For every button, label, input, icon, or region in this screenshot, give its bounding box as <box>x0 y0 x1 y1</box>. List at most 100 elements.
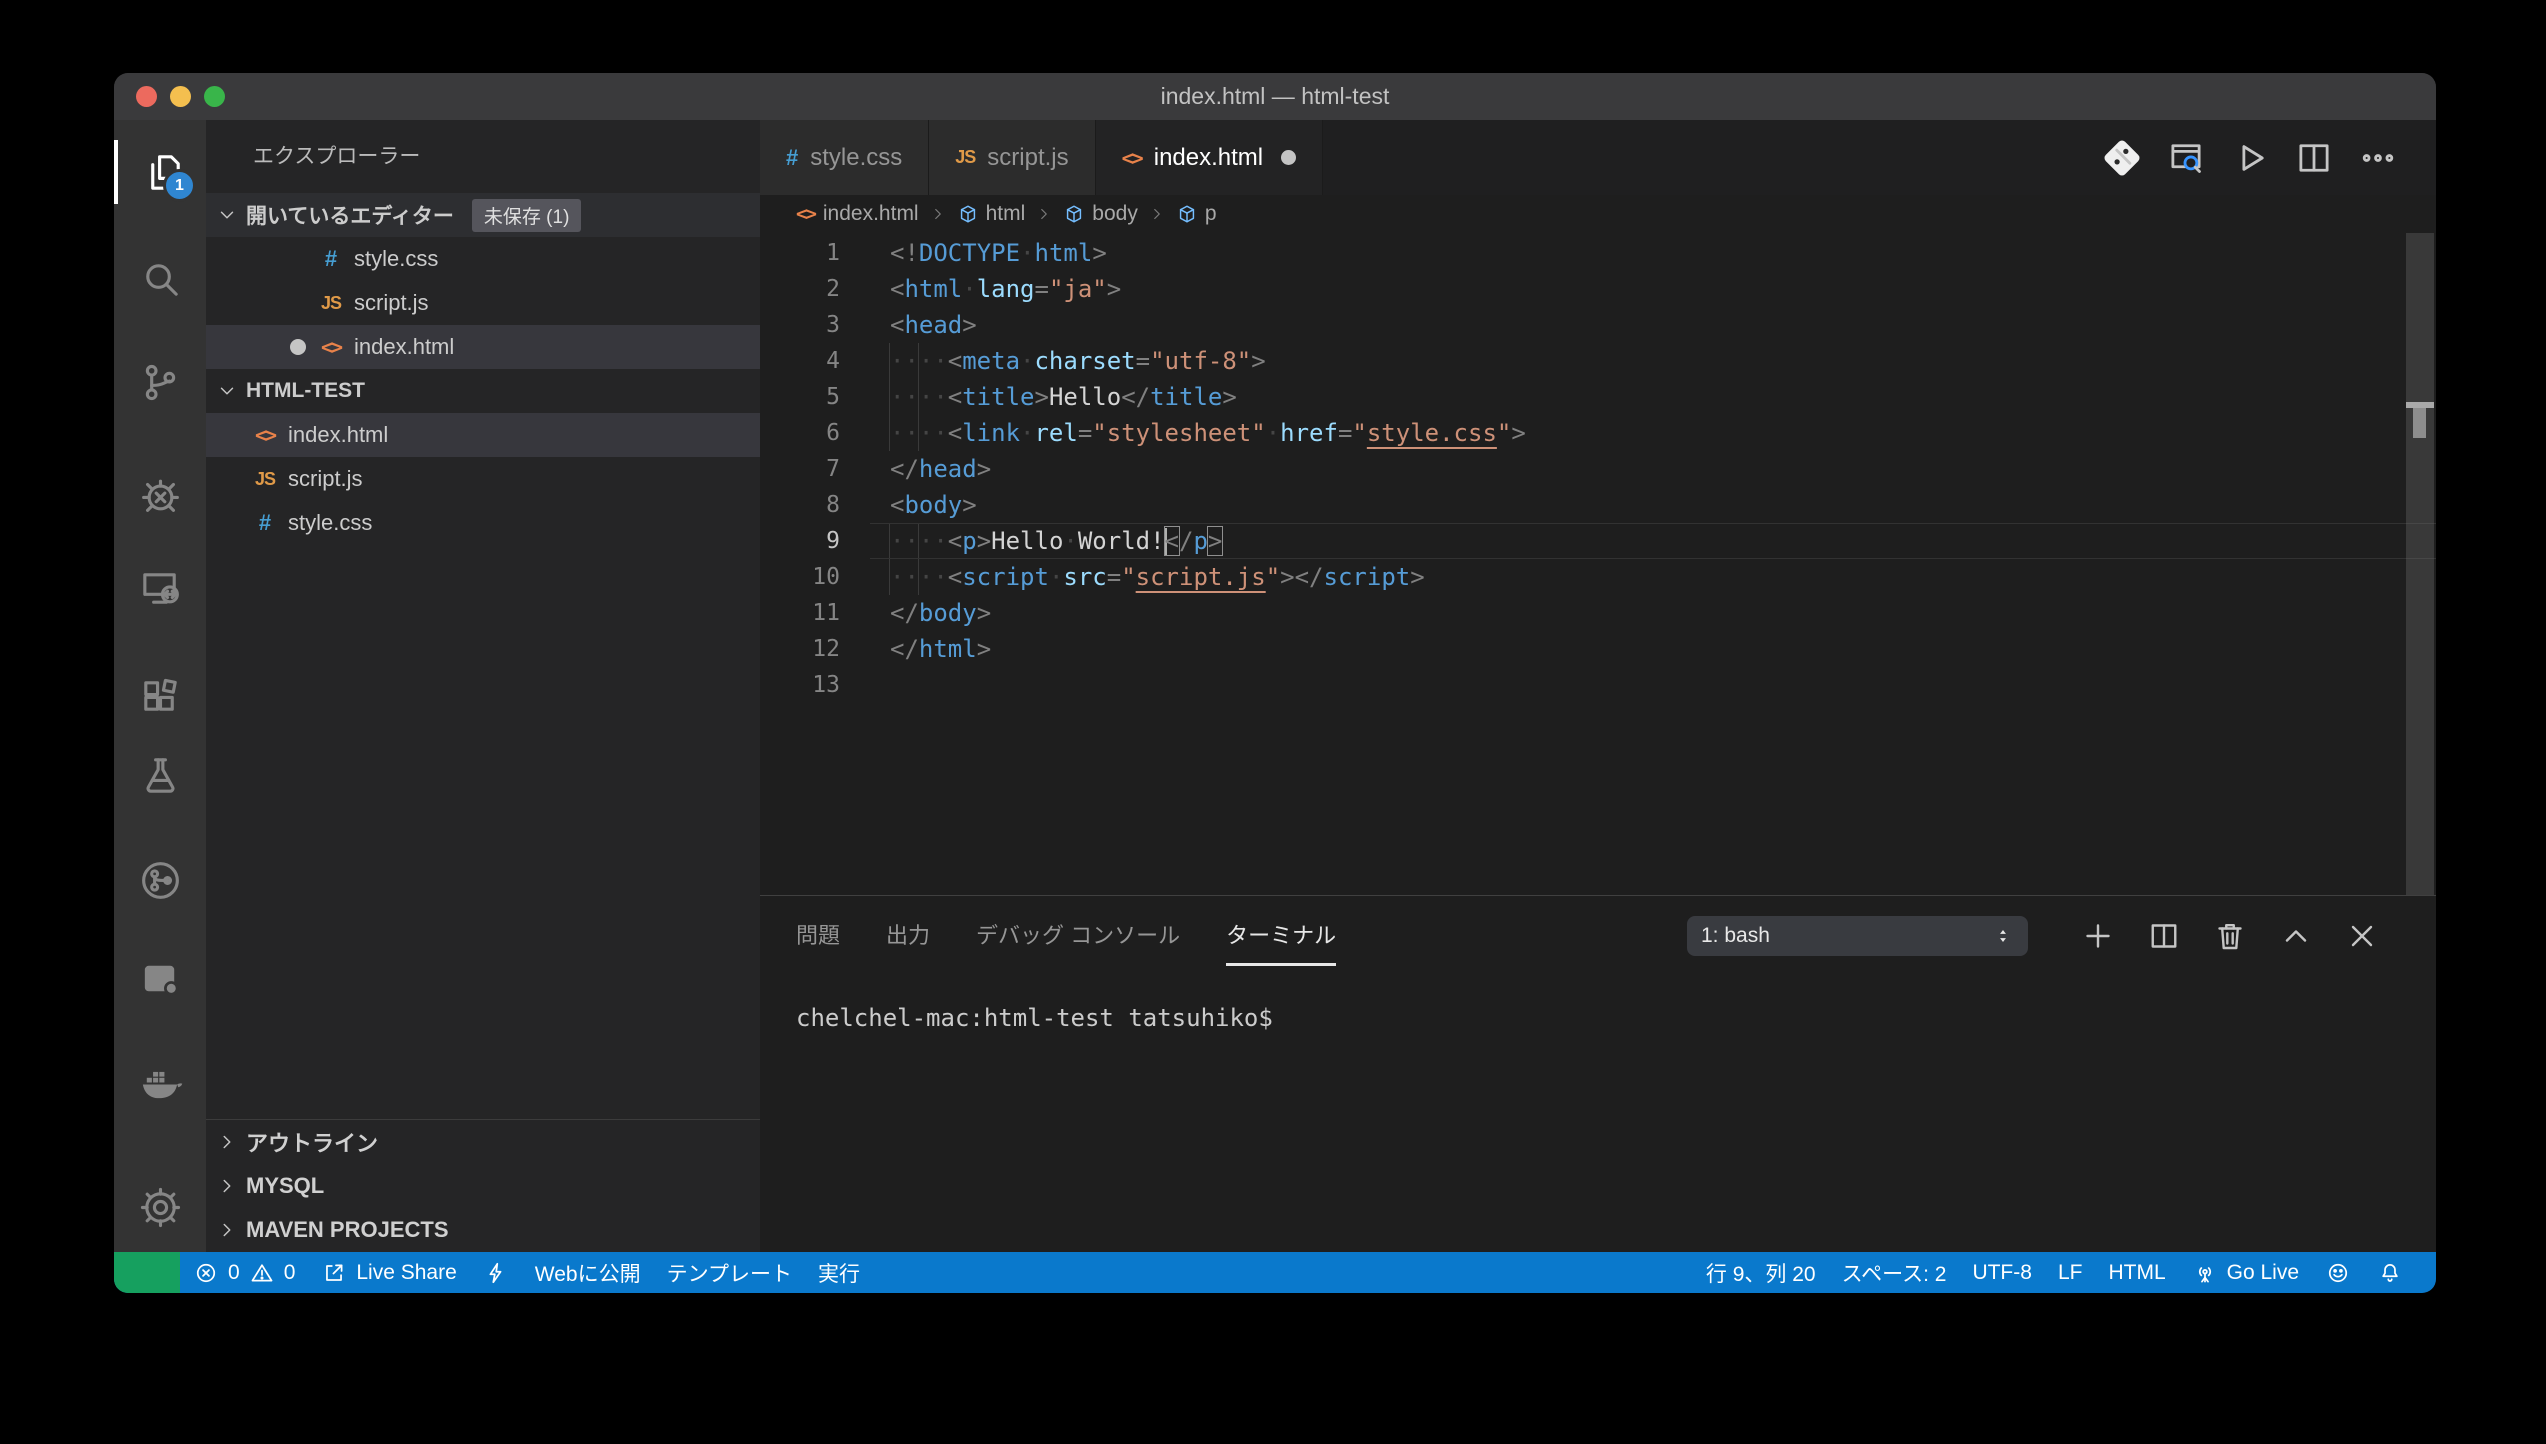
code-line-5: 5····<title>Hello</title> <box>760 379 2436 415</box>
status-Webに公開[interactable]: Webに公開 <box>522 1252 654 1293</box>
activity-item-search[interactable] <box>114 247 206 311</box>
code-line-12: 12</html> <box>760 631 2436 667</box>
split-editor-button[interactable] <box>2290 134 2338 182</box>
code-editor[interactable]: 1<!DOCTYPE·html>2<html·lang="ja">3<head>… <box>760 233 2436 897</box>
activity-item-docker[interactable] <box>114 1050 206 1114</box>
editor-scrollbar[interactable] <box>2406 233 2434 895</box>
activity-item-live-share-circle[interactable] <box>114 848 206 912</box>
warnings-icon <box>249 1260 275 1286</box>
sidebar-section-アウトライン[interactable]: アウトライン <box>206 1120 760 1164</box>
kill-terminal-button[interactable] <box>2208 914 2252 958</box>
panel-tab-デバッグ コンソール[interactable]: デバッグ コンソール <box>976 918 1180 954</box>
status-bell[interactable] <box>2364 1252 2416 1293</box>
activity-badge: 1 <box>163 169 196 202</box>
smiley-icon <box>2325 1260 2351 1286</box>
status-smiley[interactable] <box>2312 1252 2364 1293</box>
open-editor-style.css[interactable]: #style.css <box>206 237 760 281</box>
maximize-panel-button[interactable] <box>2274 914 2318 958</box>
tree-item-index.html[interactable]: <>index.html <box>206 413 760 457</box>
chevron-down-icon <box>216 380 246 402</box>
debug-icon <box>137 471 184 518</box>
unsaved-badge: 未保存 (1) <box>472 199 582 232</box>
live-share-circle-icon <box>137 857 184 904</box>
code-line-6: 6····<link·rel="stylesheet"·href="style.… <box>760 415 2436 451</box>
html-file-icon: <> <box>1122 146 1142 170</box>
folder-header[interactable]: HTML-TEST <box>206 369 760 413</box>
breadcrumb-item-index.html[interactable]: <>index.html <box>796 202 919 226</box>
docker-icon <box>137 1059 184 1106</box>
breadcrumb-item-body[interactable]: body <box>1063 202 1138 226</box>
status-スペース: 2[interactable]: スペース: 2 <box>1829 1252 1960 1293</box>
close-panel-button[interactable] <box>2340 914 2384 958</box>
open-preview-button[interactable] <box>2162 134 2210 182</box>
new-terminal-button[interactable] <box>2076 914 2120 958</box>
symbol-cube-icon <box>1176 203 1198 225</box>
panel-tab-出力[interactable]: 出力 <box>886 918 930 954</box>
activity-bar: 1 <box>114 120 206 1252</box>
test-beaker-icon <box>137 752 184 799</box>
chevron-down-icon <box>216 204 246 226</box>
open-editors-header[interactable]: 開いているエディター未保存 (1) <box>206 193 760 237</box>
status-HTML[interactable]: HTML <box>2095 1252 2178 1293</box>
terminal[interactable]: chelchel-mac:html-test tatsuhiko$ <box>796 1004 2416 1242</box>
tab-style.css[interactable]: #style.css <box>760 120 929 195</box>
chevron-right-icon <box>216 1219 246 1241</box>
activity-item-test-beaker[interactable] <box>114 743 206 807</box>
status-Live Share[interactable]: Live Share <box>308 1252 469 1293</box>
split-terminal-button[interactable] <box>2142 914 2186 958</box>
terminal-select[interactable]: 1: bash <box>1687 916 2028 956</box>
status-LF[interactable]: LF <box>2045 1252 2096 1293</box>
status-テンプレート[interactable]: テンプレート <box>654 1252 805 1293</box>
more-actions-button[interactable] <box>2354 134 2402 182</box>
code-line-7: 7</head> <box>760 451 2436 487</box>
breadcrumb: <>index.html html body p <box>760 195 2436 233</box>
code-line-10: 10····<script·src="script.js"></script> <box>760 559 2436 595</box>
code-line-9: 9····<p>Hello·World!</p> <box>760 523 2436 559</box>
activity-item-source-control[interactable] <box>114 350 206 414</box>
status-bolt[interactable] <box>470 1252 522 1293</box>
activity-item-explorer[interactable]: 1 <box>114 140 210 204</box>
css-file-icon: # <box>786 145 798 171</box>
status-実行[interactable]: 実行 <box>805 1252 873 1293</box>
vscode-window: index.html — html-test 1 エクスプローラー 開いているエ… <box>114 73 2436 1293</box>
more-actions-icon <box>2357 137 2399 179</box>
tab-script.js[interactable]: JSscript.js <box>929 120 1095 195</box>
code-line-3: 3<head> <box>760 307 2436 343</box>
sidebar-section-MAVEN PROJECTS[interactable]: MAVEN PROJECTS <box>206 1208 760 1252</box>
explorer-tree: 開いているエディター未保存 (1)#style.cssJSscript.js<>… <box>206 193 760 545</box>
bell-icon <box>2377 1260 2403 1286</box>
open-editor-index.html[interactable]: <>index.html <box>206 325 760 369</box>
open-editor-script.js[interactable]: JSscript.js <box>206 281 760 325</box>
remote-indicator[interactable] <box>114 1252 180 1293</box>
panel-header: 問題 出力 デバッグ コンソール ターミナル 1: bash <box>760 896 2436 976</box>
tab-index.html[interactable]: <>index.html <box>1096 120 1323 195</box>
chevron-right-icon <box>216 1131 246 1153</box>
html-file-icon: <> <box>316 335 346 359</box>
activity-item-remote-explorer[interactable] <box>114 555 206 619</box>
breadcrumb-item-p[interactable]: p <box>1176 202 1217 226</box>
html-file-icon: <> <box>796 203 815 225</box>
problems-status[interactable]: 00 <box>180 1252 308 1293</box>
git-button[interactable] <box>2098 134 2146 182</box>
activity-item-publish[interactable] <box>114 947 206 1011</box>
symbol-cube-icon <box>957 203 979 225</box>
panel-controls: 1: bash <box>1687 914 2436 958</box>
activity-item-settings[interactable] <box>114 1175 206 1239</box>
breadcrumb-item-html[interactable]: html <box>957 202 1026 226</box>
code-line-2: 2<html·lang="ja"> <box>760 271 2436 307</box>
split-terminal-icon <box>2146 918 2182 954</box>
status-UTF-8[interactable]: UTF-8 <box>1959 1252 2045 1293</box>
status-Go Live[interactable]: Go Live <box>2179 1252 2312 1293</box>
status-行 9、列 20[interactable]: 行 9、列 20 <box>1693 1252 1829 1293</box>
code-line-8: 8<body> <box>760 487 2436 523</box>
activity-item-extensions[interactable] <box>114 664 206 728</box>
panel-tab-ターミナル[interactable]: ターミナル <box>1226 918 1336 954</box>
tree-item-style.css[interactable]: #style.css <box>206 501 760 545</box>
activity-item-debug[interactable] <box>114 462 206 526</box>
broadcast-icon <box>2192 1260 2218 1286</box>
sidebar-section-MYSQL[interactable]: MYSQL <box>206 1164 760 1208</box>
run-button[interactable] <box>2226 134 2274 182</box>
tree-item-script.js[interactable]: JSscript.js <box>206 457 760 501</box>
panel-tab-問題[interactable]: 問題 <box>796 918 840 954</box>
sidebar-bottom-sections: アウトラインMYSQLMAVEN PROJECTS <box>206 1119 760 1252</box>
